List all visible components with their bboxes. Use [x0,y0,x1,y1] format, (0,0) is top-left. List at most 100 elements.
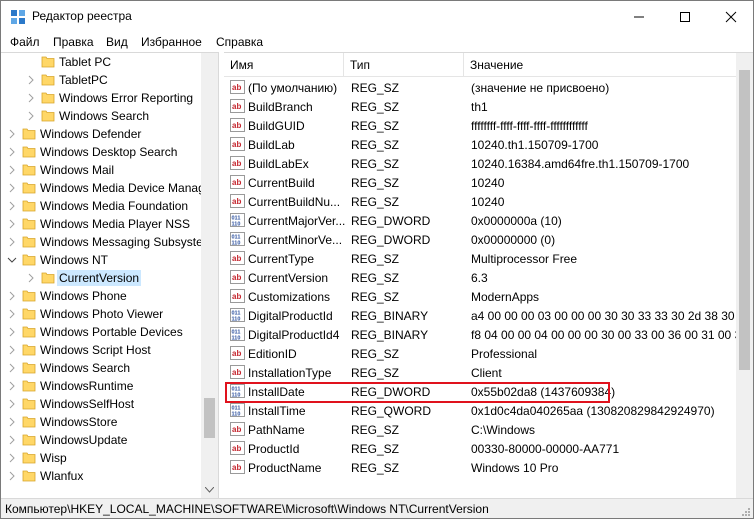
folder-icon [22,452,36,464]
tree-node[interactable]: Windows Photo Viewer [1,305,201,323]
resize-grip-icon[interactable] [741,507,751,517]
tree-node[interactable]: Windows Search [1,359,201,377]
value-row[interactable]: 011 110 DigitalProductId REG_BINARY a4 00 00… [224,306,736,325]
string-value-icon: ab [230,80,245,94]
value-row[interactable]: ab Customizations REG_SZ ModernApps [224,287,736,306]
collapsed-arrow-icon[interactable] [7,183,17,193]
value-row[interactable]: ab CurrentBuildNu... REG_SZ 10240 [224,192,736,211]
value-row[interactable]: ab ProductId REG_SZ 00330-80000-00000-AA771 [224,439,736,458]
value-type: REG_SZ [351,195,400,209]
close-button[interactable] [708,1,753,32]
folder-icon [22,236,36,248]
value-row[interactable]: ab BuildGUID REG_SZ ffffffff-ffff-ffff-ffff… [224,116,736,135]
collapsed-arrow-icon[interactable] [7,165,17,175]
collapsed-arrow-icon[interactable] [26,111,36,121]
value-row[interactable]: ab CurrentBuild REG_SZ 10240 [224,173,736,192]
title-bar[interactable]: Редактор реестра [1,1,753,32]
collapsed-arrow-icon[interactable] [7,435,17,445]
collapsed-arrow-icon[interactable] [7,219,17,229]
tree-node[interactable]: Windows Error Reporting [1,89,201,107]
menu-view[interactable]: Вид [106,35,128,49]
collapsed-arrow-icon[interactable] [7,381,17,391]
collapsed-arrow-icon[interactable] [7,327,17,337]
menu-edit[interactable]: Правка [53,35,94,49]
value-row[interactable]: 011 110 CurrentMinorVe... REG_DWORD 0x000000… [224,230,736,249]
collapsed-arrow-icon[interactable] [7,399,17,409]
tree-node-label: Wisp [40,451,67,465]
minimize-button[interactable] [616,1,662,32]
value-type: REG_SZ [351,442,400,456]
tree-node[interactable]: Windows Phone [1,287,201,305]
tree-node[interactable]: Windows NT [1,251,201,269]
value-row[interactable]: ab (По умолчанию) REG_SZ (значение не присв… [224,78,736,97]
value-row[interactable]: ab InstallationType REG_SZ Client [224,363,736,382]
column-type-header[interactable]: Тип [344,53,464,77]
value-row[interactable]: ab BuildLab REG_SZ 10240.th1.150709-1700 [224,135,736,154]
tree-node[interactable]: Wlanfux [1,467,201,485]
value-row[interactable]: 011 110 DigitalProductId4 REG_BINARY f8 04 0… [224,325,736,344]
collapsed-arrow-icon[interactable] [7,453,17,463]
tree-node[interactable]: TabletPC [1,71,201,89]
tree-node[interactable]: Windows Portable Devices [1,323,201,341]
tree-node[interactable]: Windows Desktop Search [1,143,201,161]
value-row[interactable]: ab CurrentType REG_SZ Multiprocessor Free [224,249,736,268]
svg-text:ab: ab [232,273,241,282]
tree-scrollbar[interactable] [201,53,218,498]
collapsed-arrow-icon[interactable] [7,147,17,157]
menu-favorites[interactable]: Избранное [141,35,202,49]
collapsed-arrow-icon[interactable] [7,309,17,319]
collapsed-arrow-icon[interactable] [7,417,17,427]
collapsed-arrow-icon[interactable] [26,93,36,103]
tree-node[interactable]: CurrentVersion [1,269,201,287]
tree-node[interactable]: Windows Media Foundation [1,197,201,215]
tree-node[interactable]: WindowsStore [1,413,201,431]
collapsed-arrow-icon[interactable] [7,363,17,373]
value-row[interactable]: ab EditionID REG_SZ Professional [224,344,736,363]
tree-node[interactable]: Windows Script Host [1,341,201,359]
value-row[interactable]: 011 110 InstallTime REG_QWORD 0x1d0c4da04026… [224,401,736,420]
binary-value-icon: 011110 [230,213,245,227]
tree-node[interactable]: Tablet PC [1,53,201,71]
value-row[interactable]: ab ProductName REG_SZ Windows 10 Pro [224,458,736,477]
tree-node[interactable]: WindowsSelfHost [1,395,201,413]
tree-node[interactable]: WindowsUpdate [1,431,201,449]
tree-node[interactable]: Wisp [1,449,201,467]
values-list-pane[interactable]: Имя Тип Значение ab (По умолчанию) REG_SZ (… [224,52,753,498]
collapsed-arrow-icon[interactable] [26,273,36,283]
folder-icon [41,92,55,104]
collapsed-arrow-icon[interactable] [7,291,17,301]
tree-node[interactable]: Windows Defender [1,125,201,143]
column-name-header[interactable]: Имя [224,53,344,77]
tree-node[interactable]: WindowsRuntime [1,377,201,395]
menu-file[interactable]: Файл [10,35,40,49]
tree-node[interactable]: Windows Search [1,107,201,125]
tree-node[interactable]: Windows Mail [1,161,201,179]
folder-icon [22,344,36,356]
collapsed-arrow-icon[interactable] [7,471,17,481]
list-scrollbar[interactable] [736,53,753,498]
scroll-down-icon[interactable] [205,487,214,493]
tree-node-label: Windows Error Reporting [59,91,194,105]
value-row[interactable]: ab BuildLabEx REG_SZ 10240.16384.amd64fre.t… [224,154,736,173]
tree-node[interactable]: Windows Media Device Manag [1,179,205,197]
collapsed-arrow-icon[interactable] [7,345,17,355]
tree-scroll-thumb[interactable] [204,398,215,438]
column-value-header[interactable]: Значение [464,53,736,77]
menu-help[interactable]: Справка [216,35,263,49]
collapsed-arrow-icon[interactable] [7,201,17,211]
list-scroll-thumb[interactable] [739,70,750,370]
value-type: REG_SZ [351,157,400,171]
value-row[interactable]: ab PathName REG_SZ C:\Windows [224,420,736,439]
value-row[interactable]: 011 110 CurrentMajorVer... REG_DWORD 0x00000… [224,211,736,230]
tree-node[interactable]: Windows Media Player NSS [1,215,201,233]
expanded-arrow-icon[interactable] [7,255,17,265]
tree-node[interactable]: Windows Messaging Subsyste [1,233,203,251]
value-data: 0x00000000 (0) [471,233,556,247]
value-row[interactable]: ab CurrentVersion REG_SZ 6.3 [224,268,736,287]
maximize-button[interactable] [662,1,708,32]
collapsed-arrow-icon[interactable] [7,129,17,139]
value-row[interactable]: ab BuildBranch REG_SZ th1 [224,97,736,116]
collapsed-arrow-icon[interactable] [26,75,36,85]
key-tree-pane[interactable]: Tablet PC TabletPC Windows Error Reporting… [1,52,219,498]
collapsed-arrow-icon[interactable] [7,237,17,247]
